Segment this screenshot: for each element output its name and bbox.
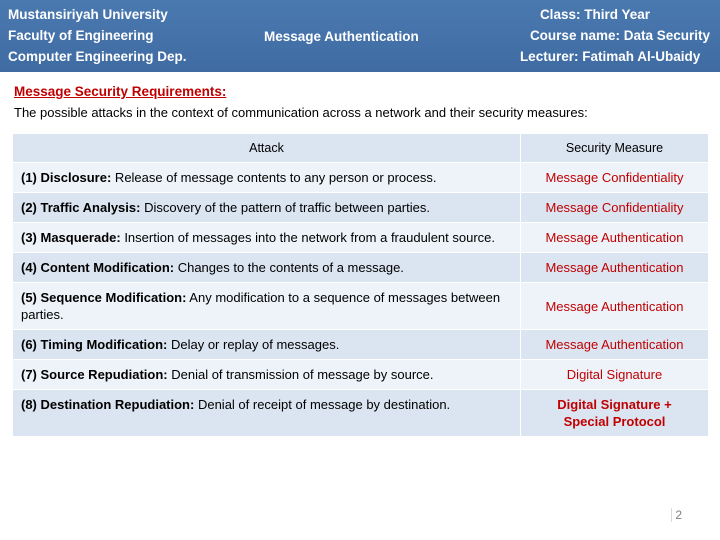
section-heading: Message Security Requirements: [14,84,227,99]
attack-label: (6) Timing Modification: [21,337,168,352]
table-row: (7) Source Repudiation: Denial of transm… [12,359,709,390]
slide: Mustansiriyah University Faculty of Engi… [0,0,720,540]
attack-label: (5) Sequence Modification: [21,290,187,305]
security-measure-cell: Digital Signature + Special Protocol [520,389,709,437]
attacks-table-container: Attack Security Measure (1) Disclosure: … [12,133,709,437]
table-row: (6) Timing Modification: Delay or replay… [12,329,709,360]
attack-cell: (1) Disclosure: Release of message conte… [12,162,521,193]
table-row: (1) Disclosure: Release of message conte… [12,162,709,193]
attack-description: Delay or replay of messages. [167,337,340,352]
column-header-attack: Attack [12,133,521,163]
attack-label: (2) Traffic Analysis: [21,200,141,215]
table-row: (2) Traffic Analysis: Discovery of the p… [12,192,709,223]
attack-cell: (4) Content Modification: Changes to the… [12,252,521,283]
institution-block: Mustansiriyah University Faculty of Engi… [8,4,187,67]
table-row: (8) Destination Repudiation: Denial of r… [12,389,709,437]
table-row: (3) Masquerade: Insertion of messages in… [12,222,709,253]
attack-label: (3) Masquerade: [21,230,121,245]
security-measure-cell: Message Confidentiality [520,162,709,193]
course-name: Course name: Data Security [529,28,710,43]
attack-cell: (3) Masquerade: Insertion of messages in… [12,222,521,253]
security-measure-cell: Message Confidentiality [520,192,709,223]
attack-cell: (7) Source Repudiation: Denial of transm… [12,359,521,390]
attack-cell: (6) Timing Modification: Delay or replay… [12,329,521,360]
slide-header-banner: Mustansiriyah University Faculty of Engi… [0,0,720,72]
attack-description: Discovery of the pattern of traffic betw… [140,200,430,215]
table-row: (4) Content Modification: Changes to the… [12,252,709,283]
security-measure-cell: Message Authentication [520,329,709,360]
attack-description: Release of message contents to any perso… [111,170,437,185]
attack-description: Insertion of messages into the network f… [120,230,496,245]
institution-line-2: Faculty of Engineering [8,28,154,43]
attack-label: (4) Content Modification: [21,260,175,275]
security-measure-cell: Message Authentication [520,282,709,330]
security-measure-cell: Message Authentication [520,222,709,253]
security-measure-cell: Digital Signature [520,359,709,390]
course-info-block: Class: Third Year Course name: Data Secu… [520,4,710,67]
attack-label: (7) Source Repudiation: [21,367,168,382]
page-number: 2 [675,508,682,522]
attack-cell: (2) Traffic Analysis: Discovery of the p… [12,192,521,223]
institution-line-3: Computer Engineering Dep. [8,49,187,64]
slide-title: Message Authentication [264,29,419,44]
course-class: Class: Third Year [539,7,650,22]
attack-cell: (5) Sequence Modification: Any modificat… [12,282,521,330]
attack-label: (8) Destination Repudiation: [21,397,195,412]
table-row: (5) Sequence Modification: Any modificat… [12,282,709,330]
attacks-table-body: (1) Disclosure: Release of message conte… [12,162,709,437]
attacks-table: Attack Security Measure (1) Disclosure: … [12,133,709,437]
attack-description: Denial of transmission of message by sou… [167,367,434,382]
column-header-security-measure: Security Measure [520,133,709,163]
table-header-row: Attack Security Measure [12,133,709,163]
institution-line-1: Mustansiriyah University [8,7,168,22]
attack-description: Denial of receipt of message by destinat… [194,397,451,412]
attack-label: (1) Disclosure: [21,170,112,185]
section-intro-text: The possible attacks in the context of c… [14,105,588,120]
attack-cell: (8) Destination Repudiation: Denial of r… [12,389,521,437]
attack-description: Changes to the contents of a message. [174,260,404,275]
course-lecturer: Lecturer: Fatimah Al-Ubaidy [519,49,701,64]
footer-divider [671,508,672,522]
security-measure-cell: Message Authentication [520,252,709,283]
